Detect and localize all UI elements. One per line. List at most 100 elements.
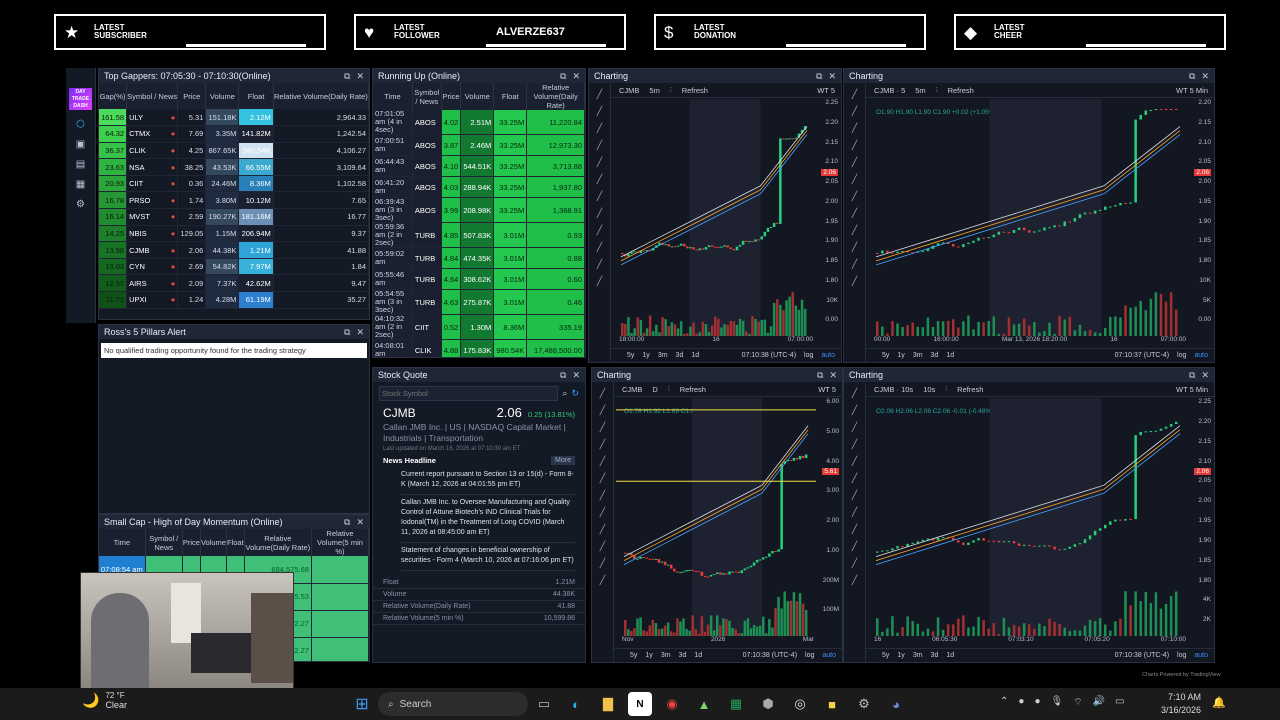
table-row[interactable]: 161.58 ULY ● 5.31 151.18K 2.12M 2,964.33 xyxy=(99,109,369,127)
close-icon[interactable]: ✕ xyxy=(572,71,580,82)
table-row[interactable]: 13.98 CJMB ● 2.06 44.38K 1.21M 41.88 xyxy=(99,241,369,259)
indicators-icon[interactable]: ⫶ xyxy=(936,85,938,95)
popout-icon[interactable]: ⧉ xyxy=(1189,370,1195,381)
excel-icon[interactable]: ▦ xyxy=(724,692,748,716)
close-icon[interactable]: ✕ xyxy=(356,327,364,338)
table-row[interactable]: 06:44:43 am ABOS 4.10 544.51K 33.25M 3,713.88 xyxy=(373,155,585,177)
column-header[interactable]: Gap(%) xyxy=(99,83,128,109)
popout-icon[interactable]: ⧉ xyxy=(344,327,350,338)
file-explorer-icon[interactable]: ▇ xyxy=(596,692,620,716)
table-row[interactable]: 64.32 CTMX ● 7.69 3.35M 141.82M 1,242.54 xyxy=(99,125,369,143)
close-icon[interactable]: ✕ xyxy=(829,370,837,381)
popout-icon[interactable]: ⧉ xyxy=(344,517,350,528)
refresh-icon[interactable]: ↻ xyxy=(571,388,579,399)
chevron-up-icon[interactable]: ⌃ xyxy=(1000,696,1008,709)
cursor-icon[interactable]: ╱ xyxy=(844,388,865,399)
symbol-cell[interactable]: AIRS ● xyxy=(126,274,179,293)
time-axis[interactable]: 18:00:00 16 07:00:00 xyxy=(619,336,813,346)
tray-app-icon[interactable]: ● xyxy=(1034,696,1040,709)
column-header[interactable]: Relative Volume(Daily Rate) xyxy=(273,83,369,109)
timeframe-button[interactable]: 5m xyxy=(649,86,659,95)
popout-icon[interactable]: ⧉ xyxy=(560,71,566,82)
eye-icon[interactable]: ╱ xyxy=(844,575,865,586)
symbol-cell[interactable]: ABOS xyxy=(412,176,442,198)
lock-icon[interactable]: ╱ xyxy=(592,558,613,569)
symbol-cell[interactable]: CYN ● xyxy=(126,258,179,276)
column-header[interactable]: Volume xyxy=(460,83,495,110)
settings-icon[interactable]: ⚙ xyxy=(66,199,95,210)
ruler-icon[interactable]: ╱ xyxy=(844,208,865,219)
battery-icon[interactable]: ▭ xyxy=(1115,696,1124,709)
range-button[interactable]: 5y xyxy=(882,352,889,359)
ruler-icon[interactable]: ╱ xyxy=(592,507,613,518)
symbol-cell[interactable]: ABOS xyxy=(412,134,442,156)
news-item[interactable]: Statement of changes in beneficial owner… xyxy=(401,546,575,571)
trendline-icon[interactable]: ╱ xyxy=(844,106,865,117)
symbol-cell[interactable]: CIIT ● xyxy=(126,175,179,193)
eye-icon[interactable]: ╱ xyxy=(844,276,865,287)
cursor-icon[interactable]: ╱ xyxy=(592,388,613,399)
symbol-cell[interactable]: PRSO ● xyxy=(126,191,179,210)
lock-icon[interactable]: ╱ xyxy=(844,558,865,569)
log-toggle[interactable]: log xyxy=(805,652,814,659)
table-row[interactable]: 05:55:46 am TURB 4.64 308.62K 3.01M 0.60 xyxy=(373,268,585,290)
sticky-notes-icon[interactable]: ■ xyxy=(820,692,844,716)
column-header[interactable]: Price xyxy=(182,529,201,556)
column-header[interactable]: Time xyxy=(373,83,413,110)
refresh-button[interactable]: Refresh xyxy=(680,385,706,394)
table-row[interactable]: 06:39:43 am (3 in 3sec) ABOS 3.99 208.98K 33… xyxy=(373,197,585,223)
edge-icon[interactable]: ◐ xyxy=(564,692,588,716)
timeframe-button[interactable]: 5m xyxy=(915,86,925,95)
range-button[interactable]: 1d xyxy=(946,652,954,659)
pattern-icon[interactable]: ╱ xyxy=(844,140,865,151)
cursor-icon[interactable]: ╱ xyxy=(844,89,865,100)
popout-icon[interactable]: ⧉ xyxy=(560,370,566,381)
chart-app-icon[interactable]: ▲ xyxy=(692,692,716,716)
refresh-button[interactable]: Refresh xyxy=(682,86,708,95)
taskbar-search[interactable]: ⌕ Search xyxy=(378,692,528,716)
emoji-icon[interactable]: ╱ xyxy=(844,490,865,501)
search-icon[interactable]: ⌕ xyxy=(562,388,567,399)
column-header[interactable]: Time xyxy=(99,529,146,556)
symbol-cell[interactable]: ABOS xyxy=(412,110,442,135)
pattern-icon[interactable]: ╱ xyxy=(844,439,865,450)
symbol-cell[interactable]: TURB xyxy=(412,222,442,248)
range-button[interactable]: 5y xyxy=(627,352,634,359)
video-icon[interactable]: ▣ xyxy=(66,139,95,150)
ruler-icon[interactable]: ╱ xyxy=(589,208,610,219)
settings-icon[interactable]: ⚙ xyxy=(852,692,876,716)
column-header[interactable]: Relative Volume(Daily Rate) xyxy=(244,529,312,556)
lock-icon[interactable]: ╱ xyxy=(589,259,610,270)
symbol-cell[interactable]: CTMX ● xyxy=(126,125,179,143)
eye-icon[interactable]: ╱ xyxy=(589,276,610,287)
text-icon[interactable]: ╱ xyxy=(592,473,613,484)
timeframe-button[interactable]: 10s xyxy=(923,385,935,394)
time-axis[interactable]: Nov 2026 Mar xyxy=(622,636,814,646)
indicators-icon[interactable]: ⫶ xyxy=(945,384,947,394)
range-button[interactable]: 1y xyxy=(897,352,904,359)
more-dropdown[interactable]: More xyxy=(551,456,575,465)
column-header[interactable]: Price xyxy=(441,83,462,110)
close-icon[interactable]: ✕ xyxy=(356,517,364,528)
popout-icon[interactable]: ⧉ xyxy=(344,71,350,82)
time-axis[interactable]: 00:00 16:00:00 Mar 13, 2026 18:20:00 16 07:0… xyxy=(874,336,1186,346)
table-row[interactable]: 20.93 CIIT ● 0.36 24.46M 8.36M 1,102.58 xyxy=(99,175,369,193)
trendline-icon[interactable]: ╱ xyxy=(589,106,610,117)
popout-icon[interactable]: ⧉ xyxy=(816,71,822,82)
chart-symbol[interactable]: CJMB xyxy=(622,385,642,394)
table-row[interactable]: 16.14 MVST ● 2.59 190.27K 181.16M 16.77 xyxy=(99,208,369,226)
symbol-cell[interactable]: TURB xyxy=(412,247,442,269)
refresh-button[interactable]: Refresh xyxy=(948,86,974,95)
chart-plot[interactable] xyxy=(613,99,813,336)
table-row[interactable]: 04:10:32 am (2 in 2sec) CIIT 0.52 1.30M 8.36… xyxy=(373,314,585,340)
symbol-cell[interactable]: CJMB ● xyxy=(126,241,179,259)
eye-icon[interactable]: ╱ xyxy=(592,575,613,586)
log-toggle[interactable]: log xyxy=(804,352,813,359)
symbol-cell[interactable]: NSA ● xyxy=(126,158,179,176)
range-button[interactable]: 3d xyxy=(931,652,939,659)
trendline-icon[interactable]: ╱ xyxy=(592,405,613,416)
column-header[interactable]: Float xyxy=(226,529,245,556)
brand-icon[interactable]: ⬡ xyxy=(66,119,95,130)
brush-icon[interactable]: ╱ xyxy=(592,456,613,467)
range-button[interactable]: 3m xyxy=(913,652,923,659)
